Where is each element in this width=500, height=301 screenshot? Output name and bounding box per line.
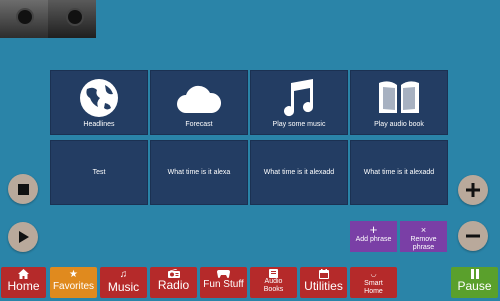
book-icon: [379, 81, 419, 113]
zoom-in-button[interactable]: [458, 175, 488, 205]
music-icon: ♫: [119, 269, 128, 280]
add-phrase-label: Add phrase: [355, 236, 392, 243]
zoom-out-button[interactable]: [458, 221, 488, 251]
cloud-icon: [177, 85, 222, 113]
tile-time-alexa[interactable]: What time is it alexa: [150, 140, 248, 205]
tile-label: Play some music: [272, 121, 326, 128]
eye-tracker-preview: [0, 0, 96, 38]
nav-label: Home: [7, 279, 40, 293]
tile-label: What time is it alexadd: [363, 169, 435, 176]
tile-play-music[interactable]: Play some music: [250, 70, 348, 135]
nav-favorites[interactable]: ★ Favorites: [50, 267, 97, 298]
add-icon: +: [369, 222, 378, 237]
nav-home[interactable]: Home: [1, 267, 46, 298]
tile-label: Forecast: [185, 121, 213, 128]
plus-icon: [466, 183, 480, 197]
tile-label: Play audio book: [374, 121, 424, 128]
nav-smart-home[interactable]: ◡ Smart Home: [350, 267, 397, 298]
tile-test[interactable]: Test: [50, 140, 148, 205]
left-eye-image: [0, 0, 48, 38]
tile-play-audiobook[interactable]: Play audio book: [350, 70, 448, 135]
nav-label: Radio: [157, 278, 190, 292]
tile-time-alexadd-2[interactable]: What time is it alexadd: [350, 140, 448, 205]
nav-label: Music: [107, 280, 140, 294]
tile-label: What time is it alexadd: [263, 169, 335, 176]
star-icon: ★: [69, 269, 78, 280]
nav-label: Smart Home: [364, 280, 383, 295]
play-button[interactable]: [8, 222, 38, 252]
nav-label: Audio Books: [263, 278, 284, 293]
tile-forecast[interactable]: Forecast: [150, 70, 248, 135]
play-icon: [19, 231, 29, 243]
gamepad-icon: [217, 270, 230, 278]
nav-label: Pause: [457, 279, 492, 293]
minus-icon: [466, 234, 480, 238]
audiobook-icon: [269, 269, 278, 278]
tile-label: What time is it alexa: [167, 169, 231, 176]
home-icon: [18, 269, 29, 279]
nav-fun-stuff[interactable]: Fun Stuff: [200, 267, 247, 298]
remove-icon: ×: [420, 225, 427, 235]
tile-time-alexadd-1[interactable]: What time is it alexadd: [250, 140, 348, 205]
wifi-icon: ◡: [370, 271, 377, 278]
calendar-icon: [318, 269, 329, 279]
pause-button[interactable]: Pause: [451, 267, 498, 298]
tile-label: Headlines: [83, 121, 115, 128]
music-note-icon: [284, 79, 314, 117]
pause-icon: [470, 269, 479, 279]
add-phrase-button[interactable]: + Add phrase: [350, 221, 397, 252]
tile-label: Test: [92, 169, 106, 176]
nav-audio-books[interactable]: Audio Books: [250, 267, 297, 298]
nav-label: Utilities: [304, 279, 343, 293]
tile-headlines[interactable]: Headlines: [50, 70, 148, 135]
right-eye-image: [48, 0, 96, 38]
nav-label: Fun Stuff: [203, 279, 244, 290]
remove-phrase-button[interactable]: × Remove phrase: [400, 221, 447, 252]
stop-icon: [17, 183, 29, 195]
nav-label: Favorites: [52, 281, 95, 292]
stop-button[interactable]: [8, 174, 38, 204]
nav-radio[interactable]: Radio: [150, 267, 197, 298]
nav-music[interactable]: ♫ Music: [100, 267, 147, 298]
phrase-grid: Headlines Forecast Play some music Play …: [50, 70, 448, 205]
remove-phrase-label: Remove phrase: [410, 236, 437, 251]
globe-icon: [80, 79, 118, 117]
radio-icon: [167, 269, 180, 278]
nav-utilities[interactable]: Utilities: [300, 267, 347, 298]
